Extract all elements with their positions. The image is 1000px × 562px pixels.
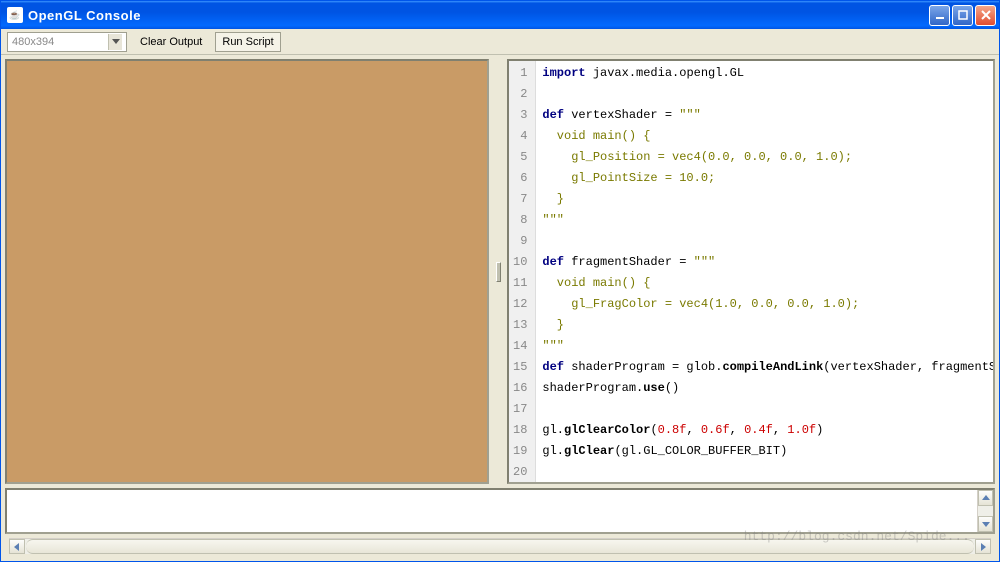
line-number: 6: [513, 168, 527, 189]
code-line[interactable]: gl_Position = vec4(0.0, 0.0, 0.0, 1.0);: [542, 147, 993, 168]
line-number: 4: [513, 126, 527, 147]
output-scrollbar-vertical[interactable]: [977, 490, 993, 532]
scroll-right-icon[interactable]: [975, 539, 991, 554]
resolution-dropdown[interactable]: 480x394: [7, 32, 127, 52]
line-number: 12: [513, 294, 527, 315]
code-line[interactable]: [542, 84, 993, 105]
toolbar: 480x394 Clear Output Run Script: [1, 29, 999, 55]
code-line[interactable]: [542, 462, 993, 482]
line-number: 9: [513, 231, 527, 252]
code-line[interactable]: gl.glClearColor(0.8f, 0.6f, 0.4f, 1.0f): [542, 420, 993, 441]
scroll-track[interactable]: [26, 539, 974, 554]
code-line[interactable]: def fragmentShader = """: [542, 252, 993, 273]
code-content[interactable]: import javax.media.opengl.GL def vertexS…: [536, 61, 993, 482]
vertical-splitter[interactable]: [495, 59, 501, 484]
line-number: 15: [513, 357, 527, 378]
maximize-button[interactable]: [952, 5, 973, 26]
close-button[interactable]: [975, 5, 996, 26]
line-number: 7: [513, 189, 527, 210]
code-line[interactable]: def vertexShader = """: [542, 105, 993, 126]
horizontal-scrollbar[interactable]: [9, 538, 991, 554]
line-number: 10: [513, 252, 527, 273]
code-line[interactable]: [542, 399, 993, 420]
minimize-button[interactable]: [929, 5, 950, 26]
code-line[interactable]: gl_FragColor = vec4(1.0, 0.0, 0.0, 1.0);: [542, 294, 993, 315]
clear-output-button[interactable]: Clear Output: [133, 32, 209, 52]
line-number: 1: [513, 63, 527, 84]
opengl-canvas[interactable]: [5, 59, 489, 484]
code-editor[interactable]: 1234567891011121314151617181920 import j…: [509, 61, 993, 482]
run-script-button[interactable]: Run Script: [215, 32, 280, 52]
line-number: 2: [513, 84, 527, 105]
main-split: 1234567891011121314151617181920 import j…: [5, 59, 995, 484]
line-number: 14: [513, 336, 527, 357]
line-gutter: 1234567891011121314151617181920: [509, 61, 536, 482]
code-line[interactable]: gl_PointSize = 10.0;: [542, 168, 993, 189]
scroll-left-icon[interactable]: [9, 539, 25, 554]
code-line[interactable]: gl.glClear(gl.GL_COLOR_BUFFER_BIT): [542, 441, 993, 462]
java-icon: ☕: [7, 7, 23, 23]
content-area: 1234567891011121314151617181920 import j…: [1, 55, 999, 561]
window-buttons: [929, 5, 996, 26]
resolution-value: 480x394: [12, 36, 54, 48]
line-number: 19: [513, 441, 527, 462]
chevron-down-icon: [108, 34, 122, 50]
output-text[interactable]: [7, 490, 977, 532]
titlebar[interactable]: ☕ OpenGL Console: [1, 1, 999, 29]
code-editor-panel: 1234567891011121314151617181920 import j…: [507, 59, 995, 484]
code-line[interactable]: [542, 231, 993, 252]
scroll-down-icon[interactable]: [978, 516, 993, 532]
code-line[interactable]: }: [542, 315, 993, 336]
code-line[interactable]: void main() {: [542, 273, 993, 294]
line-number: 16: [513, 378, 527, 399]
code-line[interactable]: """: [542, 336, 993, 357]
window-title: OpenGL Console: [28, 8, 929, 23]
line-number: 13: [513, 315, 527, 336]
line-number: 3: [513, 105, 527, 126]
line-number: 17: [513, 399, 527, 420]
app-window: ☕ OpenGL Console 480x394 Clear Output Ru…: [0, 0, 1000, 562]
line-number: 11: [513, 273, 527, 294]
output-panel: [5, 488, 995, 534]
line-number: 20: [513, 462, 527, 482]
line-number: 5: [513, 147, 527, 168]
code-line[interactable]: def shaderProgram = glob.compileAndLink(…: [542, 357, 993, 378]
code-line[interactable]: import javax.media.opengl.GL: [542, 63, 993, 84]
code-line[interactable]: """: [542, 210, 993, 231]
scroll-up-icon[interactable]: [978, 490, 993, 506]
code-line[interactable]: }: [542, 189, 993, 210]
code-line[interactable]: shaderProgram.use(): [542, 378, 993, 399]
line-number: 8: [513, 210, 527, 231]
line-number: 18: [513, 420, 527, 441]
code-line[interactable]: void main() {: [542, 126, 993, 147]
